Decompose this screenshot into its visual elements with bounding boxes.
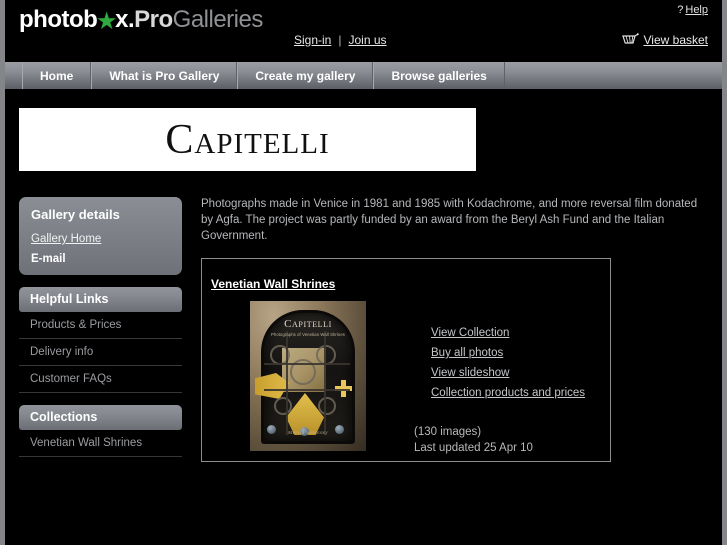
view-slideshow-link[interactable]: View slideshow <box>431 367 585 379</box>
logo-text-galleries: Galleries <box>172 6 264 33</box>
nav-item-home[interactable]: Home <box>22 62 92 89</box>
main-navigation: Home What is Pro Gallery Create my galle… <box>5 62 722 92</box>
helpful-links-list: Products & Prices Delivery info Customer… <box>19 312 182 393</box>
page-root: photob★x.ProGalleries ? Help Sign-in | Join… <box>0 0 727 545</box>
nav-item-browse-galleries[interactable]: Browse galleries <box>373 62 505 89</box>
thumbnail-grille-bar-2 <box>264 389 350 391</box>
gallery-details-card: Gallery details Gallery Home E-mail <box>19 197 182 275</box>
sidebar-item-customer-faqs[interactable]: Customer FAQs <box>19 366 182 393</box>
gallery-banner-title: Capitelli <box>165 116 330 163</box>
collection-products-prices-link[interactable]: Collection products and prices <box>431 387 585 399</box>
view-collection-link[interactable]: View Collection <box>431 327 585 339</box>
collection-meta: (130 images) Last updated 25 Apr 10 <box>414 424 533 456</box>
collections-title: Collections <box>19 405 182 430</box>
help-row: ? Help <box>677 4 708 16</box>
thumbnail-scrollwork-4 <box>274 397 292 415</box>
auth-separator: | <box>338 33 342 47</box>
star-icon: ★ <box>97 10 116 33</box>
site-logo[interactable]: photob★x.ProGalleries <box>19 6 264 34</box>
site-header: photob★x.ProGalleries ? Help Sign-in | Join… <box>5 0 722 62</box>
auth-links: Sign-in | Join us <box>294 33 387 47</box>
nav-item-create-my-gallery[interactable]: Create my gallery <box>237 62 374 89</box>
logo-text-photob: photob <box>19 6 98 33</box>
sign-in-link[interactable]: Sign-in <box>294 33 331 47</box>
gallery-banner: Capitelli <box>19 108 476 171</box>
thumbnail-grille-bar-4 <box>324 331 326 435</box>
thumbnail-scrollwork-3 <box>316 345 336 365</box>
logo-text-pro: Pro <box>134 6 173 33</box>
sidebar-item-delivery-info[interactable]: Delivery info <box>19 339 182 366</box>
sidebar-item-venetian-wall-shrines[interactable]: Venetian Wall Shrines <box>19 430 182 457</box>
collection-image-count: (130 images) <box>414 426 482 438</box>
question-mark-icon: ? <box>677 4 684 16</box>
basket-icon <box>621 32 639 49</box>
sidebar-item-products-prices[interactable]: Products & Prices <box>19 312 182 339</box>
view-basket-link[interactable]: View basket <box>644 33 708 47</box>
thumbnail-grille-bar-1 <box>264 363 350 365</box>
buy-all-photos-link[interactable]: Buy all photos <box>431 347 585 359</box>
email-label[interactable]: E-mail <box>31 253 170 265</box>
panel-collections: Collections Venetian Wall Shrines <box>19 405 182 457</box>
gallery-details-title: Gallery details <box>31 207 120 222</box>
join-us-link[interactable]: Join us <box>348 33 386 47</box>
view-basket[interactable]: View basket <box>621 32 708 49</box>
gallery-description: Photographs made in Venice in 1981 and 1… <box>201 198 698 242</box>
thumbnail-grille-bar-3 <box>286 331 288 435</box>
help-link[interactable]: Help <box>685 4 708 16</box>
helpful-links-title: Helpful Links <box>19 287 182 312</box>
thumbnail-cover-subtitle: Photographs of Venetian Wall Shrines <box>271 332 345 337</box>
thumbnail-cover-title: Capitelli <box>284 318 332 330</box>
collection-actions: View Collection Buy all photos View slid… <box>431 327 585 407</box>
nav-item-what-is-pro-gallery[interactable]: What is Pro Gallery <box>91 62 238 89</box>
collections-list: Venetian Wall Shrines <box>19 430 182 457</box>
collection-last-updated: Last updated 25 Apr 10 <box>414 442 533 454</box>
panel-helpful-links: Helpful Links Products & Prices Delivery… <box>19 287 182 393</box>
collection-card: Venetian Wall Shrines Capitelli Photogra… <box>201 258 611 462</box>
collection-title-link[interactable]: Venetian Wall Shrines <box>211 277 335 291</box>
sidebar: Gallery details Gallery Home E-mail Help… <box>19 197 182 469</box>
gallery-home-link[interactable]: Gallery Home <box>31 233 170 245</box>
thumbnail-scrollwork-5 <box>318 397 336 415</box>
main-content: Photographs made in Venice in 1981 and 1… <box>201 196 713 462</box>
thumbnail-cover-footer: Melvin Sokolsky <box>287 431 329 436</box>
panel-gallery-details: Gallery details Gallery Home E-mail <box>19 197 182 275</box>
collection-thumbnail[interactable]: Capitelli Photographs of Venetian Wall S… <box>250 301 366 451</box>
logo-text-x: x. <box>115 6 135 33</box>
